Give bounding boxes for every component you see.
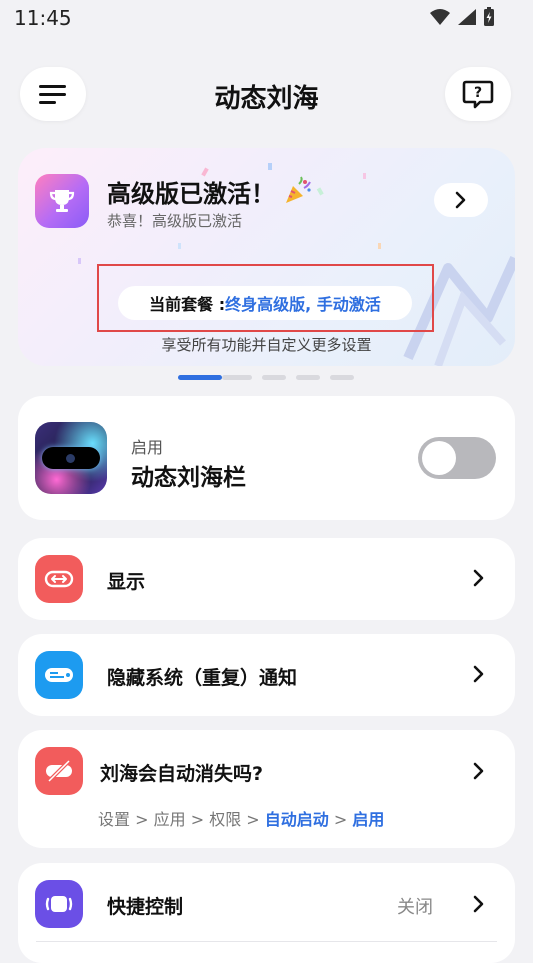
crumb-apps: 应用 <box>153 810 186 829</box>
chevron-right-icon <box>473 895 484 913</box>
carousel-dot <box>330 375 354 380</box>
carousel-dot-active <box>178 375 222 380</box>
plan-label: 当前套餐 : <box>149 295 226 314</box>
status-bar: 11:45 <box>0 0 533 36</box>
chevron-right-icon <box>473 762 484 780</box>
battery-icon <box>484 7 494 26</box>
notch-enable-card: 启用 动态刘海栏 <box>18 396 515 520</box>
trophy-badge <box>35 174 89 228</box>
quick-control-row[interactable]: 快捷控制 关闭 <box>18 863 515 963</box>
current-plan-pill: 当前套餐 : 终身高级版, 手动激活 <box>118 286 412 320</box>
quick-control-icon <box>45 896 73 912</box>
notification-icon-badge <box>35 651 83 699</box>
chevron-right-icon <box>473 569 484 587</box>
banner-title: 高级版已激活！ <box>107 174 313 209</box>
crumb-enable: 启用 <box>352 810 385 829</box>
plan-value: 终身高级版, 手动激活 <box>225 295 381 314</box>
divider <box>36 941 497 942</box>
display-row[interactable]: 显示 <box>18 538 515 620</box>
quick-control-label: 快捷控制 <box>107 896 184 918</box>
notification-icon <box>45 668 73 682</box>
status-time: 11:45 <box>14 6 72 30</box>
carousel-indicator <box>178 375 354 380</box>
display-label: 显示 <box>107 571 146 593</box>
banner-subtitle: 恭喜！高级版已激活 <box>107 212 243 230</box>
crumb-autostart: 自动启动 <box>264 810 329 829</box>
crumb-separator: > <box>130 810 154 829</box>
hide-notification-row[interactable]: 隐藏系统（重复）通知 <box>18 634 515 716</box>
toggle-knob <box>422 441 456 475</box>
party-popper-icon <box>286 176 312 203</box>
crumb-separator: > <box>241 810 265 829</box>
crumb-settings: 设置 <box>98 810 131 829</box>
banner-arrow-button[interactable] <box>434 183 488 217</box>
signal-icon <box>458 9 476 25</box>
crumb-permissions: 权限 <box>209 810 242 829</box>
help-icon: ? <box>462 80 494 109</box>
notch-title: 动态刘海栏 <box>131 465 246 491</box>
help-button[interactable]: ? <box>445 67 511 121</box>
carousel-dot <box>296 375 320 380</box>
premium-banner[interactable]: 高级版已激活！ 恭喜！高级版已激活 当前套餐 : 终身高级版, 手动激活 享受所… <box>18 148 515 366</box>
svg-text:?: ? <box>474 85 482 101</box>
carousel-dot <box>262 375 286 380</box>
settings-path-breadcrumb: 设置 > 应用 > 权限 > 自动启动 > 启用 <box>98 806 384 830</box>
crumb-separator: > <box>328 810 353 829</box>
notch-toggle[interactable] <box>418 437 496 479</box>
hide-notification-label: 隐藏系统（重复）通知 <box>107 667 298 689</box>
quick-control-icon-badge <box>35 880 83 928</box>
status-icons <box>429 7 495 27</box>
carousel-dot <box>222 375 252 380</box>
app-header: 动态刘海 ? <box>0 58 533 130</box>
notch-app-icon <box>35 422 107 494</box>
chevron-right-icon <box>455 191 466 209</box>
chevron-right-icon <box>473 665 484 683</box>
enable-label: 启用 <box>131 438 164 457</box>
quick-control-state: 关闭 <box>397 897 433 918</box>
trophy-icon <box>49 190 75 212</box>
hidden-notch-icon <box>46 759 72 783</box>
auto-hide-label: 刘海会自动消失吗? <box>100 763 264 785</box>
crumb-separator: > <box>185 810 210 829</box>
banner-footer: 享受所有功能并自定义更多设置 <box>161 336 372 354</box>
auto-hide-icon-badge <box>35 747 83 795</box>
display-icon <box>44 570 74 588</box>
auto-hide-row[interactable]: 刘海会自动消失吗? 设置 > 应用 > 权限 > 自动启动 > 启用 <box>18 730 515 848</box>
display-icon-badge <box>35 555 83 603</box>
notch-pill-graphic <box>42 447 100 469</box>
wifi-icon <box>430 9 450 25</box>
